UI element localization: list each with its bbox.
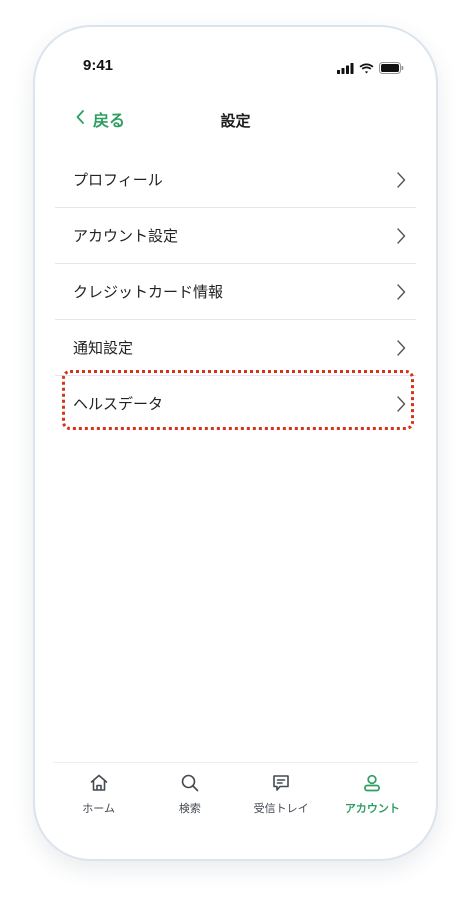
nav-header: 戻る 設定 (35, 107, 436, 137)
tab-home[interactable]: ホーム (53, 763, 144, 823)
list-item-label: クレジットカード情報 (73, 283, 224, 301)
battery-icon (379, 59, 404, 78)
list-item-account-settings[interactable]: アカウント設定 (55, 208, 416, 264)
list-item-health-data[interactable]: ヘルスデータ (55, 376, 416, 431)
chevron-right-icon (396, 395, 406, 413)
tab-search[interactable]: 検索 (144, 763, 235, 823)
tab-label: 受信トレイ (253, 802, 309, 815)
user-icon (362, 773, 382, 797)
list-item-profile[interactable]: プロフィール (55, 152, 416, 208)
list-item-label: 通知設定 (73, 339, 134, 357)
list-item-label: プロフィール (73, 171, 163, 189)
status-time: 9:41 (83, 57, 114, 74)
signal-icon (337, 59, 354, 78)
list-item-credit-card[interactable]: クレジットカード情報 (55, 264, 416, 320)
chevron-right-icon (396, 171, 406, 189)
status-bar: 9:41 (35, 55, 436, 79)
search-icon (180, 773, 200, 797)
home-icon (89, 773, 109, 797)
tab-bar: ホーム 検索 受信トレイ アカウント (53, 762, 418, 823)
chevron-right-icon (396, 283, 406, 301)
inbox-icon (271, 773, 291, 797)
list-item-notifications[interactable]: 通知設定 (55, 320, 416, 376)
wifi-icon (359, 59, 374, 78)
chevron-right-icon (396, 227, 406, 245)
tab-label: アカウント (344, 802, 400, 815)
status-icons (337, 59, 404, 78)
settings-list: プロフィール アカウント設定 クレジットカード情報 通知設定 ヘルスデータ (55, 152, 416, 431)
tab-inbox[interactable]: 受信トレイ (236, 763, 327, 823)
list-item-label: ヘルスデータ (73, 395, 164, 413)
page-title: 設定 (220, 112, 251, 130)
tab-label: 検索 (178, 802, 201, 815)
tab-account[interactable]: アカウント (327, 763, 418, 823)
tab-label: ホーム (82, 802, 115, 815)
list-item-label: アカウント設定 (73, 227, 179, 245)
chevron-right-icon (396, 339, 406, 357)
phone-frame: 9:41 戻る 設定 プロフィール アカウント設定 クレジットカード情報 通知設… (33, 25, 438, 861)
